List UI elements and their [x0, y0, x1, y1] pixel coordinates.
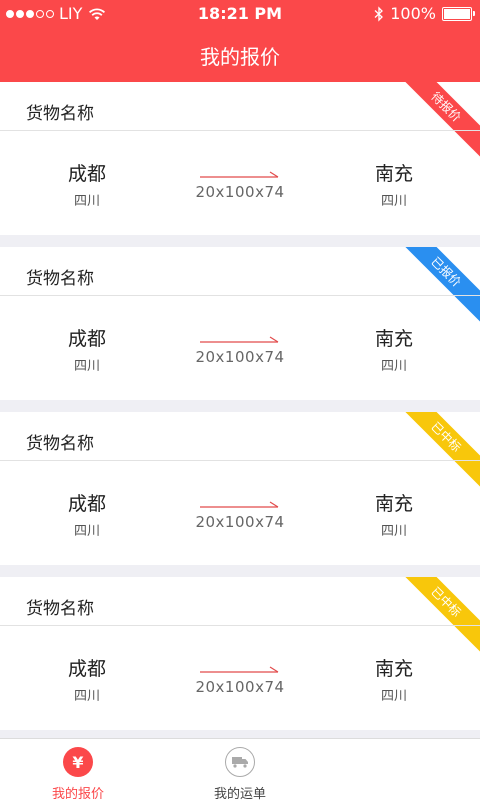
- quote-card[interactable]: 货物名称 待报价 成都 四川 20x100x74 南充 四川: [0, 82, 480, 235]
- destination-city: 南充: [374, 658, 413, 680]
- route-arrow-icon: [200, 171, 279, 178]
- divider: [0, 130, 480, 131]
- route-arrow-icon: [200, 501, 279, 508]
- status-ribbon: 已中标: [388, 577, 480, 660]
- status-right: 100%: [374, 4, 475, 23]
- route-arrow-icon: [200, 336, 279, 343]
- origin-city: 成都: [67, 658, 106, 680]
- origin-province: 四川: [73, 359, 100, 374]
- tab-my-quotes[interactable]: ¥ 我的报价: [18, 739, 138, 800]
- tab-label: 我的报价: [51, 787, 104, 800]
- battery-fill: [444, 8, 470, 19]
- page-title: 我的报价: [200, 45, 280, 69]
- origin-city: 成都: [67, 328, 106, 350]
- destination-city: 南充: [374, 328, 413, 350]
- cargo-dimensions: 20x100x74: [195, 513, 285, 531]
- battery-icon: [442, 6, 475, 21]
- yen-icon: ¥: [63, 747, 93, 777]
- origin-city: 成都: [67, 493, 106, 515]
- status-bar: LIY 18:21 PM 100%: [0, 0, 480, 28]
- destination-province: 四川: [380, 194, 407, 209]
- divider: [0, 625, 480, 626]
- quote-card[interactable]: 货物名称 已报价 成都 四川 20x100x74 南充 四川: [0, 247, 480, 400]
- tab-bar: ¥ 我的报价 我的运单: [0, 738, 480, 800]
- route-arrow-icon: [200, 666, 279, 673]
- truck-icon: [225, 747, 255, 777]
- destination-city: 南充: [374, 493, 413, 515]
- origin-province: 四川: [73, 689, 100, 704]
- cargo-dimensions: 20x100x74: [195, 348, 285, 366]
- header: LIY 18:21 PM 100% 我的报价: [0, 0, 480, 82]
- cargo-name: 货物名称: [26, 434, 94, 454]
- destination-province: 四川: [380, 359, 407, 374]
- destination-province: 四川: [380, 689, 407, 704]
- status-ribbon: 已中标: [388, 412, 480, 495]
- origin-city: 成都: [67, 163, 106, 185]
- status-ribbon: 已报价: [388, 247, 480, 330]
- bluetooth-icon: [374, 5, 384, 22]
- destination-province: 四川: [380, 524, 407, 539]
- origin-province: 四川: [73, 194, 100, 209]
- battery-percent: 100%: [390, 4, 436, 23]
- quote-card[interactable]: 货物名称 已中标 成都 四川 20x100x74 南充 四川: [0, 577, 480, 730]
- cargo-name: 货物名称: [26, 269, 94, 289]
- status-ribbon: 待报价: [388, 82, 480, 165]
- quote-card[interactable]: 货物名称 已中标 成都 四川 20x100x74 南充 四川: [0, 412, 480, 565]
- cargo-name: 货物名称: [26, 599, 94, 619]
- cargo-dimensions: 20x100x74: [195, 678, 285, 696]
- tab-label: 我的运单: [213, 787, 266, 800]
- tab-my-orders[interactable]: 我的运单: [180, 739, 300, 800]
- cargo-dimensions: 20x100x74: [195, 183, 285, 201]
- divider: [0, 295, 480, 296]
- destination-city: 南充: [374, 163, 413, 185]
- cargo-name: 货物名称: [26, 104, 94, 124]
- divider: [0, 460, 480, 461]
- origin-province: 四川: [73, 524, 100, 539]
